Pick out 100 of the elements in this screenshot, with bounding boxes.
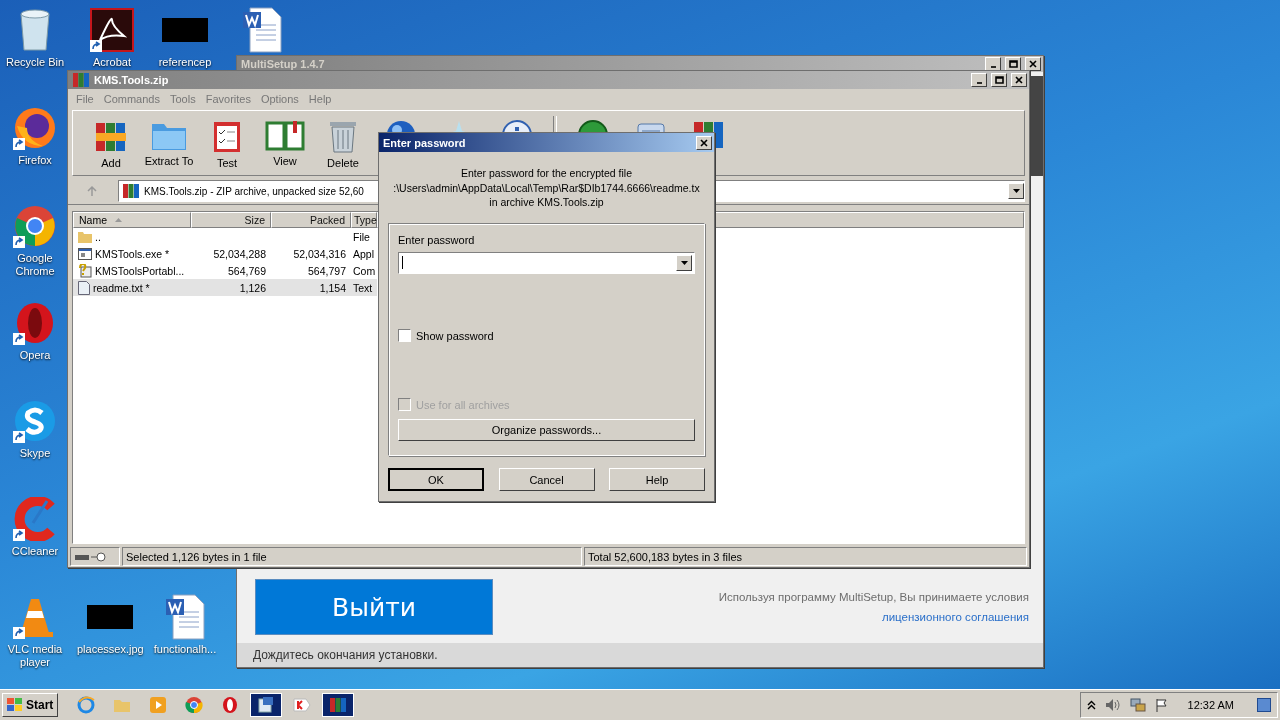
column-header[interactable]: Name [73,212,191,228]
status-text: Selected 1,126 bytes in 1 file [126,550,267,563]
status-text: Total 52,600,183 bytes in 3 files [588,550,743,563]
desktop-icon-label[interactable]: CCleaner [11,545,59,558]
exit-button[interactable]: Выйти [255,579,493,635]
dialog-button[interactable]: Cancel [498,468,595,491]
file-row[interactable]: .. File [73,228,377,245]
browser-icon [77,696,96,714]
up-arrow-icon [86,185,98,197]
dropdown-arrow-icon [680,260,688,265]
column-header[interactable]: Packed [271,212,351,228]
shortcut-arrow-icon [13,333,25,345]
checkbox[interactable] [398,329,411,343]
maximize-icon [994,76,1004,84]
books-icon [122,182,140,200]
yandex-icon [293,696,312,714]
status-text: Дождитесь окончания установки. [253,648,438,662]
table-cell: Com [353,264,376,277]
desktop-icon-label[interactable]: Acrobat [93,56,131,69]
shortcut-arrow-icon [13,431,25,443]
clipboard-icon [212,119,242,153]
chrome-icon [185,696,204,714]
toolbar-button[interactable]: Test [199,113,255,173]
text-file-icon [78,280,90,295]
table-cell: 52,034,316 [293,247,346,260]
installer-icon [257,696,276,714]
table-cell: 564,769 [228,264,266,277]
toolbar-button[interactable]: View [257,113,313,173]
organize-passwords-button[interactable]: Organize passwords... [398,419,695,441]
maximize-button[interactable] [1005,57,1021,71]
table-cell: 52,034,288 [213,247,266,260]
sort-arrow-icon [115,218,122,222]
window-icon [78,247,92,260]
maximize-button[interactable] [991,73,1007,87]
dialog-message: :\Users\admin\AppData\Local\Temp\Rar$DIb1744.6666\readme.tx [393,180,700,195]
shortcut-arrow-icon [13,138,25,150]
table-cell: Text [353,281,373,294]
speaker-icon[interactable] [1104,698,1121,712]
toolbar-button[interactable]: Extract To [141,113,197,173]
table-cell: File [353,230,370,243]
minimize-button[interactable] [985,57,1001,71]
desktop-icon-label[interactable]: Opera [19,349,51,362]
toolbar-button[interactable]: Delete [315,113,371,173]
checkbox-label: Show password [416,329,494,342]
desktop-icon-label[interactable]: Recycle Bin [5,56,65,69]
field-label: Enter password [398,233,476,246]
desktop-icon-label[interactable]: referencep [158,56,212,69]
books-icon [72,71,90,89]
license-notice: Используя программу MultiSetup, Вы принимаете условия [718,591,1029,603]
toolbar-button[interactable]: Add [83,113,139,173]
password-field[interactable] [398,251,695,274]
close-button[interactable] [1025,57,1041,71]
close-button[interactable] [696,135,712,150]
maximize-icon [1008,60,1018,68]
shortcut-arrow-icon [90,40,102,52]
table-cell: Appl [353,247,374,260]
setup-icon [78,263,92,278]
flag-icon[interactable] [1154,698,1169,712]
dialog-button[interactable]: Help [609,468,705,491]
window-title: MultiSetup 1.4.7 [241,58,326,70]
close-icon [1014,76,1024,84]
dialog-button[interactable]: OK [388,468,484,491]
file-row[interactable]: KMSToolsPortabl... 564,769 564,797 Com [73,262,377,279]
network-icon[interactable] [1129,698,1146,712]
table-cell: 1,154 [319,281,346,294]
opera-icon [221,696,240,714]
close-button[interactable] [1011,73,1027,87]
dialog-title: Enter password [383,136,467,149]
dropdown-button[interactable] [1008,183,1024,199]
shortcut-arrow-icon [13,627,25,639]
taskbar-button[interactable] [322,693,355,717]
drive-icon [74,551,108,562]
desktop-icon-label[interactable]: Google Chrome [2,252,68,278]
license-link[interactable]: лицензионного соглашения [882,611,1029,623]
desktop-icon-label[interactable]: Firefox [18,154,52,167]
books-icon [329,696,348,714]
shortcut-arrow-icon [13,529,25,541]
start-button[interactable]: Start [2,693,59,717]
column-header[interactable]: Size [191,212,271,228]
chevron-up-icon[interactable] [1086,700,1096,710]
taskbar-button[interactable] [250,693,283,717]
minimize-button[interactable] [971,73,987,87]
desktop-icon-label[interactable]: Skype [19,447,51,460]
table-cell: 564,797 [308,264,346,277]
clock[interactable]: 12:32 AM [1187,699,1234,711]
table-cell: KMSToolsPortabl... [95,264,185,277]
show-desktop-button[interactable] [1257,698,1271,712]
file-row[interactable]: KMSTools.exe * 52,034,288 52,034,316 Appl [73,245,377,262]
folder-icon [113,697,132,713]
dropdown-button[interactable] [676,254,692,271]
windows-logo-icon [7,698,23,712]
shortcut-arrow-icon [13,236,25,248]
dropdown-arrow-icon [1012,189,1020,193]
table-cell: readme.txt * [93,281,150,294]
table-cell: KMSTools.exe * [95,247,170,260]
column-header[interactable]: Type [351,212,377,228]
dialog-message: Enter password for the encrypted file [461,166,632,181]
file-row[interactable]: readme.txt * 1,126 1,154 Text [73,279,377,296]
table-cell: .. [95,230,101,243]
window-title: KMS.Tools.zip [94,74,170,86]
